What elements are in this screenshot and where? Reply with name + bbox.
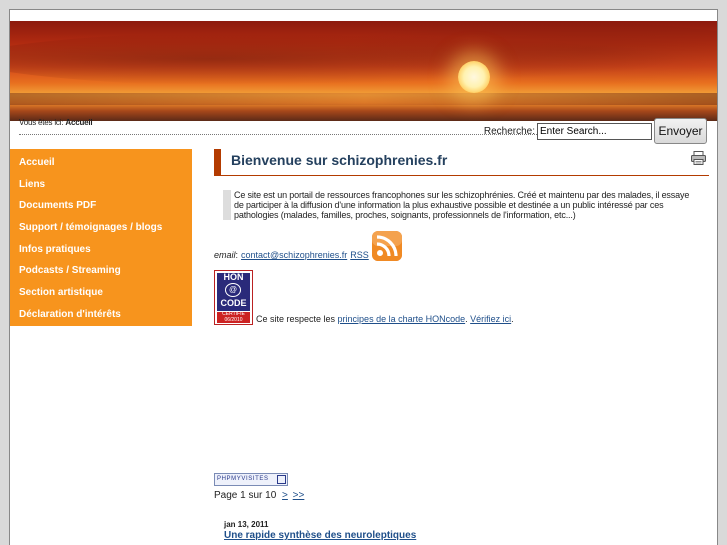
pagination: Page 1 sur 10 > >> bbox=[214, 490, 304, 501]
sidebar-menu: Accueil Liens Documents PDF Support / té… bbox=[10, 149, 192, 326]
honcode-badge-icon[interactable]: HON @ CODE CERTIFIE 06/2010 bbox=[214, 270, 253, 325]
sun-image bbox=[458, 61, 490, 93]
sidebar-item-documents-pdf[interactable]: Documents PDF bbox=[10, 195, 192, 217]
page-title-bar: Bienvenue sur schizophrenies.fr bbox=[214, 149, 709, 176]
email-label: email bbox=[214, 250, 236, 260]
phpmyvisites-badge[interactable]: PHPMYVISITES bbox=[214, 473, 288, 486]
sidebar-item-podcasts[interactable]: Podcasts / Streaming bbox=[10, 260, 192, 282]
post-title-link[interactable]: Une rapide synthèse des neuroleptiques bbox=[224, 530, 416, 541]
honcode-principles-link[interactable]: principes de la charte HONcode bbox=[338, 314, 466, 324]
sidebar-item-section-artistique[interactable]: Section artistique bbox=[10, 282, 192, 304]
page-title: Bienvenue sur schizophrenies.fr bbox=[231, 152, 448, 168]
pagination-text: Page 1 sur 10 bbox=[214, 490, 277, 501]
sidebar-item-liens[interactable]: Liens bbox=[10, 174, 192, 196]
phpmyvisites-icon bbox=[277, 475, 286, 484]
honcode-verify-link[interactable]: Vérifiez ici bbox=[470, 314, 511, 324]
breadcrumb: Vous êtes ici: Accueil bbox=[19, 118, 93, 127]
email-separator: : bbox=[235, 250, 239, 260]
breadcrumb-prefix: Vous êtes ici: bbox=[19, 118, 64, 127]
email-link[interactable]: contact@schizophrenies.fr bbox=[241, 250, 347, 260]
honcode-text: Ce site respecte les principes de la cha… bbox=[256, 314, 514, 324]
breadcrumb-current: Accueil bbox=[65, 118, 93, 127]
sidebar-item-accueil[interactable]: Accueil bbox=[10, 152, 192, 174]
sidebar-item-declaration[interactable]: Déclaration d'intérêts bbox=[10, 304, 192, 326]
sidebar-item-infos-pratiques[interactable]: Infos pratiques bbox=[10, 239, 192, 261]
pagination-last-link[interactable]: >> bbox=[293, 490, 305, 501]
intro-text: Ce site est un portail de ressources fra… bbox=[223, 190, 701, 220]
post-date: jan 13, 2011 bbox=[224, 520, 269, 529]
search-label: Recherche: bbox=[483, 125, 535, 137]
search-form: Recherche: Envoyer bbox=[484, 118, 707, 144]
honcode-line: HON @ CODE CERTIFIE 06/2010 Ce site resp… bbox=[214, 270, 709, 325]
search-submit-button[interactable]: Envoyer bbox=[654, 118, 707, 144]
search-input[interactable] bbox=[537, 122, 652, 140]
post-item: jan 13, 2011 Une rapide synthèse des neu… bbox=[224, 520, 416, 541]
contact-line: email : contact@schizophrenies.fr RSS bbox=[214, 231, 709, 261]
rss-feed-icon[interactable] bbox=[371, 231, 402, 261]
printer-icon[interactable] bbox=[691, 151, 706, 165]
pagination-next-link[interactable]: > bbox=[282, 490, 288, 501]
sunset-banner bbox=[10, 21, 717, 121]
main-content: Bienvenue sur schizophrenies.fr Ce site … bbox=[214, 149, 709, 325]
rss-link[interactable]: RSS bbox=[350, 250, 369, 260]
sidebar-item-support[interactable]: Support / témoignages / blogs bbox=[10, 217, 192, 239]
page: Vous êtes ici: Accueil Recherche: Envoye… bbox=[9, 9, 718, 545]
